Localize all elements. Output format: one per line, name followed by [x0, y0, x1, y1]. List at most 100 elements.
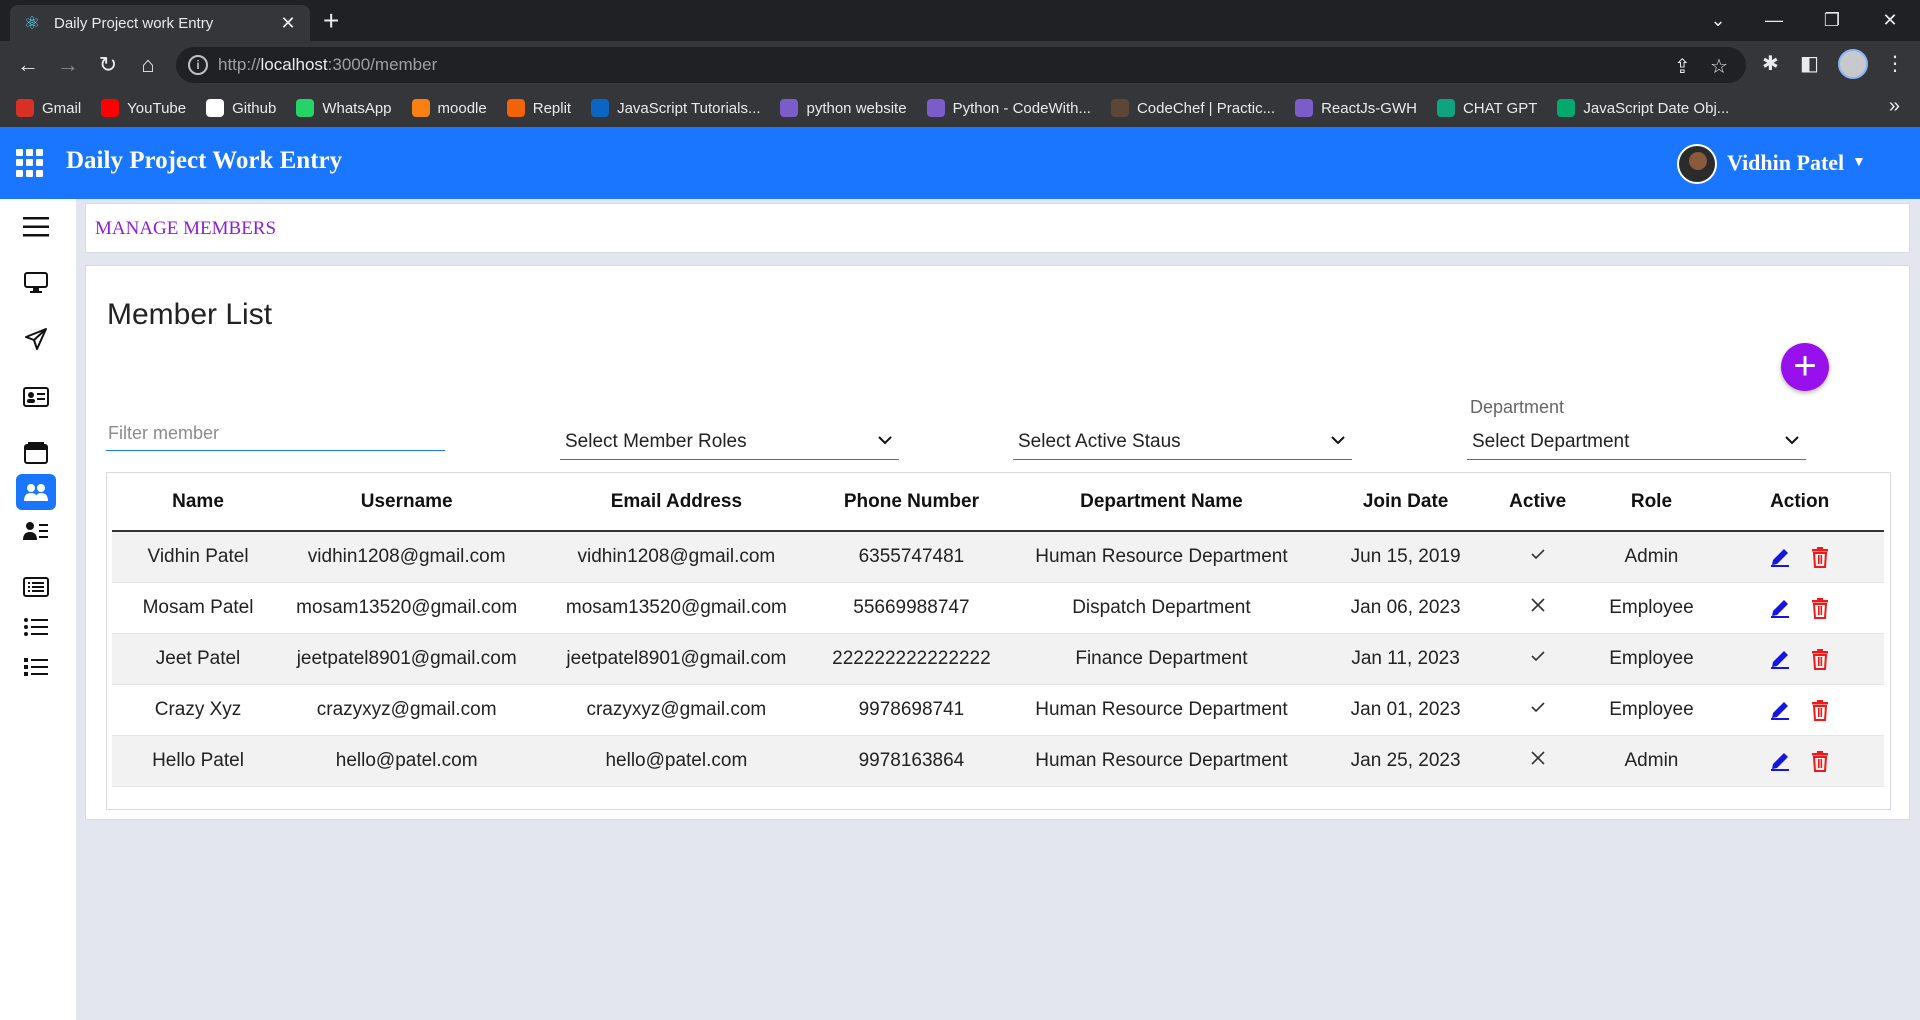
column-header[interactable]: Email Address — [529, 473, 824, 532]
cell-department: Human Resource Department — [999, 684, 1324, 736]
bookmark-item[interactable]: YouTube — [101, 99, 186, 117]
delete-trash-icon[interactable] — [1809, 699, 1831, 721]
member-list-card: Member List + Select Member Roles Select… — [85, 265, 1910, 820]
list-icon[interactable] — [16, 649, 56, 685]
close-window-icon[interactable]: ✕ — [1862, 0, 1918, 41]
department-select[interactable]: Select Department — [1467, 424, 1806, 460]
window-icon[interactable] — [16, 435, 56, 471]
cell-active — [1487, 684, 1588, 736]
bookmark-label: Github — [232, 99, 277, 117]
page-title: Member List — [107, 298, 273, 331]
site-info-icon[interactable]: i — [188, 55, 208, 75]
table-row[interactable]: Crazy Xyz crazyxyz@gmail.com crazyxyz@gmai… — [112, 684, 1884, 736]
caret-down-icon[interactable]: ▼ — [1852, 153, 1866, 169]
edit-pencil-icon[interactable] — [1769, 648, 1791, 670]
cell-role: Employee — [1587, 582, 1716, 634]
chatgpt-icon — [1436, 99, 1455, 117]
bookmark-item[interactable]: JavaScript Date Obj... — [1557, 99, 1729, 117]
edit-pencil-icon[interactable] — [1769, 750, 1791, 772]
bookmark-item[interactable]: python website — [780, 99, 907, 117]
add-member-button[interactable]: + — [1781, 343, 1829, 391]
linkedin-icon — [591, 99, 610, 117]
monitor-icon[interactable] — [16, 265, 56, 301]
edit-pencil-icon[interactable] — [1769, 699, 1791, 721]
member-roles-select[interactable]: Select Member Roles — [560, 424, 899, 460]
column-header[interactable]: Name — [112, 473, 285, 532]
url-text[interactable]: http://localhost:3000/member — [218, 55, 437, 75]
contact-card-icon[interactable] — [16, 379, 56, 415]
user-name[interactable]: Vidhin Patel — [1727, 150, 1844, 176]
bookmark-item[interactable]: Gmail — [16, 99, 81, 117]
table-row[interactable]: Mosam Patel mosam13520@gmail.com mosam1352… — [112, 582, 1884, 634]
action-buttons — [1715, 648, 1884, 670]
restore-icon[interactable]: ❐ — [1804, 0, 1860, 41]
back-icon[interactable]: ← — [12, 49, 44, 81]
new-tab-icon[interactable]: + — [323, 6, 339, 36]
avatar[interactable] — [1677, 144, 1717, 184]
send-icon[interactable] — [16, 321, 56, 357]
w3schools-icon — [1557, 99, 1576, 117]
side-panel-icon[interactable]: ◧ — [1800, 51, 1819, 76]
delete-trash-icon[interactable] — [1809, 546, 1831, 568]
edit-pencil-icon[interactable] — [1769, 597, 1791, 619]
cell-role: Admin — [1587, 531, 1716, 583]
bookmark-item[interactable]: WhatsApp — [296, 99, 392, 117]
cell-join-date: Jun 15, 2019 — [1323, 531, 1488, 583]
app-title: Daily Project Work Entry — [66, 147, 343, 174]
browser-tab[interactable]: ⚛ Daily Project work Entry ✕ — [10, 5, 310, 41]
bookmark-label: JavaScript Tutorials... — [617, 99, 761, 117]
browser-menu-icon[interactable]: ⋮ — [1885, 51, 1905, 76]
members-icon[interactable] — [16, 474, 56, 510]
bookmark-item[interactable]: CodeChef | Practic... — [1110, 99, 1275, 117]
column-header[interactable]: Join Date — [1323, 473, 1488, 532]
more-bookmarks-icon[interactable]: » — [1889, 95, 1900, 118]
delete-trash-icon[interactable] — [1809, 750, 1831, 772]
user-list-icon[interactable] — [16, 513, 56, 549]
bullet-list-icon[interactable] — [16, 609, 56, 645]
bookmark-label: JavaScript Date Obj... — [1583, 99, 1730, 117]
bookmark-item[interactable]: CHAT GPT — [1436, 99, 1537, 117]
app-header: Daily Project Work Entry Vidhin Patel ▼ — [0, 127, 1920, 199]
members-table: Name Username Email Address Phone Number… — [112, 473, 1884, 787]
list-box-icon[interactable] — [16, 569, 56, 605]
share-icon[interactable]: ⇪ — [1674, 54, 1691, 79]
cell-email: hello@patel.com — [529, 735, 824, 787]
extensions-icon[interactable]: ✱ — [1762, 51, 1779, 76]
edit-pencil-icon[interactable] — [1769, 546, 1791, 568]
browser-profile-avatar[interactable] — [1838, 49, 1868, 79]
cell-join-date: Jan 06, 2023 — [1323, 582, 1488, 634]
bookmark-item[interactable]: ReactJs-GWH — [1295, 99, 1417, 117]
apps-grid-icon[interactable] — [16, 149, 44, 177]
minimize-icon[interactable]: — — [1746, 0, 1802, 41]
tab-search-icon[interactable]: ⌄ — [1690, 0, 1746, 41]
filter-member-input[interactable] — [106, 416, 445, 451]
column-header[interactable]: Role — [1587, 473, 1716, 532]
bookmark-item[interactable]: JavaScript Tutorials... — [591, 99, 760, 117]
column-header[interactable]: Active — [1487, 473, 1588, 532]
column-header[interactable]: Department Name — [999, 473, 1324, 532]
address-bar[interactable]: i http://localhost:3000/member ⇪ ☆ — [176, 47, 1746, 83]
home-icon[interactable]: ⌂ — [132, 49, 164, 81]
cell-phone: 6355747481 — [823, 531, 1000, 583]
delete-trash-icon[interactable] — [1809, 648, 1831, 670]
active-status-select[interactable]: Select Active Staus — [1013, 424, 1352, 460]
bookmark-item[interactable]: Replit — [506, 99, 571, 117]
table-row[interactable]: Jeet Patel jeetpatel8901@gmail.com jeetpat… — [112, 633, 1884, 685]
cell-join-date: Jan 01, 2023 — [1323, 684, 1488, 736]
bookmark-item[interactable]: Github — [206, 99, 276, 117]
cell-name: Crazy Xyz — [112, 684, 285, 736]
close-tab-icon[interactable]: ✕ — [278, 13, 298, 34]
bookmark-item[interactable]: moodle — [411, 99, 487, 117]
bookmark-item[interactable]: Python - CodeWith... — [926, 99, 1091, 117]
browser-tabstrip: ⚛ Daily Project work Entry ✕ + ⌄ — ❐ ✕ — [0, 0, 1920, 41]
forward-icon[interactable]: → — [52, 49, 84, 81]
bookmark-star-icon[interactable]: ☆ — [1710, 54, 1728, 79]
column-header[interactable]: Phone Number — [823, 473, 1000, 532]
cell-email: vidhin1208@gmail.com — [529, 531, 824, 583]
table-row[interactable]: Hello Patel hello@patel.com hello@patel.co… — [112, 735, 1884, 787]
column-header[interactable]: Username — [284, 473, 530, 532]
table-row[interactable]: Vidhin Patel vidhin1208@gmail.com vidhin12… — [112, 531, 1884, 583]
delete-trash-icon[interactable] — [1809, 597, 1831, 619]
reload-icon[interactable]: ↻ — [92, 49, 124, 81]
hamburger-menu-icon[interactable] — [16, 209, 56, 245]
